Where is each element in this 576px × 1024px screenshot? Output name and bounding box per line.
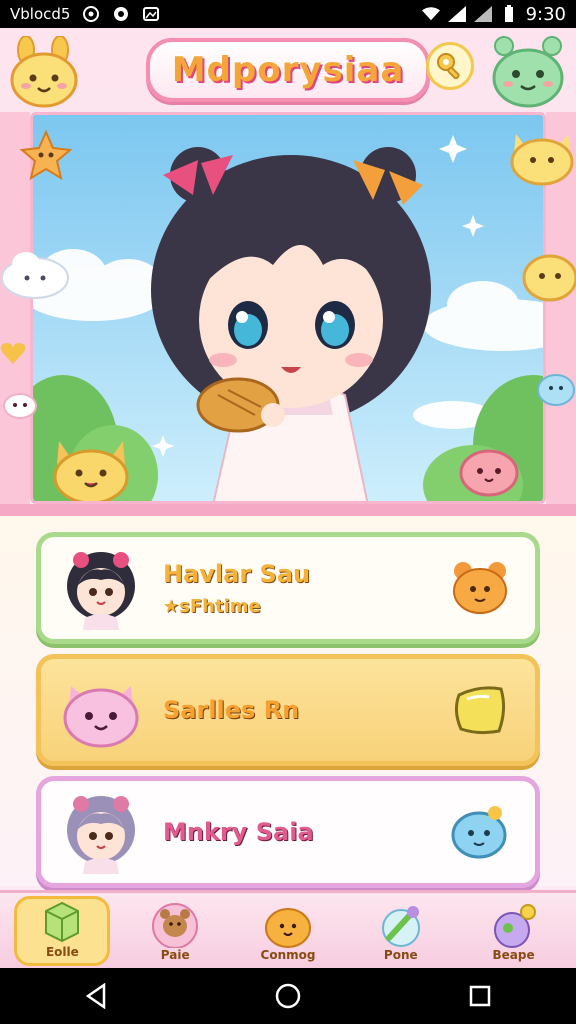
character-list: Havlar Sau ★sFhtime Sarlles Rn Mnkry Sai… (0, 516, 576, 888)
wand-icon (381, 905, 420, 947)
wifi-icon (421, 5, 440, 23)
image-icon (142, 5, 160, 23)
home-circle-icon (275, 983, 301, 1009)
orange-blob-icon (264, 907, 311, 948)
yellow-blob-mascot-icon (520, 248, 576, 306)
character-card-1[interactable]: Havlar Sau ★sFhtime (36, 532, 540, 644)
green-dino-mascot-icon[interactable] (488, 34, 570, 114)
status-bar: Vblocd5 9:30 (0, 0, 576, 28)
status-app-text: Vblocd5 (10, 5, 71, 23)
pink-cat-mascot-icon (457, 441, 521, 501)
nav-item-paie[interactable]: Paie (127, 896, 223, 966)
home-button[interactable] (268, 976, 308, 1016)
gem-cube-icon (45, 901, 80, 942)
signal-icon (447, 5, 466, 23)
nav-label-eolle: Eolle (45, 944, 79, 959)
signal-icon-2 (473, 5, 492, 23)
nav-item-pone[interactable]: Pone (353, 896, 449, 966)
card-3-title: Mnkry Saia (163, 818, 314, 846)
nav-item-beape[interactable]: Beape (466, 896, 562, 966)
android-nav-bar (0, 968, 576, 1024)
yellow-fox-mascot-icon (49, 431, 133, 501)
yellow-bunny-mascot-icon[interactable] (6, 35, 82, 112)
status-time: 9:30 (525, 3, 566, 25)
nav-label-beape: Beape (492, 947, 535, 962)
circle-app-icon (112, 5, 130, 23)
scene-divider (0, 504, 576, 516)
key-button[interactable] (426, 42, 474, 90)
card-1-title: Havlar Sau (163, 559, 311, 588)
bear-icon (152, 902, 199, 948)
recents-button[interactable] (460, 976, 500, 1016)
girl-avatar-icon (59, 546, 143, 630)
battery-icon (500, 5, 518, 23)
nav-label-conmog: Conmog (260, 947, 316, 962)
back-triangle-icon (85, 983, 106, 1009)
orange-star-mascot-icon (18, 128, 74, 188)
game-title: Mdporysiaa (171, 50, 405, 90)
nav-item-conmog[interactable]: Conmog (240, 896, 336, 966)
game-screen: Mdporysiaa Havlar Sau ★sFhtime Sarlles R… (0, 28, 576, 968)
back-button[interactable] (76, 976, 116, 1016)
nav-item-eolle[interactable]: Eolle (14, 895, 111, 966)
nav-label-pone: Pone (383, 947, 418, 962)
cloud-mascot-icon (0, 248, 70, 304)
blue-blob-mascot-icon (536, 368, 576, 412)
character-card-2[interactable]: Sarlles Rn (36, 654, 540, 766)
purple-girl-avatar-icon (59, 790, 143, 874)
blue-blob-badge-icon (449, 801, 511, 863)
title-plaque: Mdporysiaa (145, 38, 431, 102)
heart-icon (0, 340, 26, 370)
recents-square-icon (469, 985, 491, 1007)
potion-bag-icon (493, 903, 536, 948)
nav-label-paie: Paie (160, 947, 190, 962)
pink-cat-side-icon (2, 388, 38, 424)
bottom-nav: Eolle Paie Conmog Pone Beape (0, 890, 576, 968)
card-2-title: Sarlles Rn (163, 696, 300, 724)
yellow-gem-badge-icon (449, 679, 511, 741)
character-scene (30, 112, 546, 504)
header: Mdporysiaa (0, 28, 576, 112)
key-icon (437, 53, 460, 80)
character-card-3[interactable]: Mnkry Saia (36, 776, 540, 888)
card-1-subtitle: ★sFhtime (163, 595, 261, 617)
pink-cat-avatar-icon (59, 668, 143, 752)
orange-teddy-badge-icon (449, 557, 511, 619)
star-icon: ★ (163, 595, 180, 617)
whatsapp-icon (82, 5, 100, 23)
yellow-cat-mascot-icon (508, 124, 576, 192)
